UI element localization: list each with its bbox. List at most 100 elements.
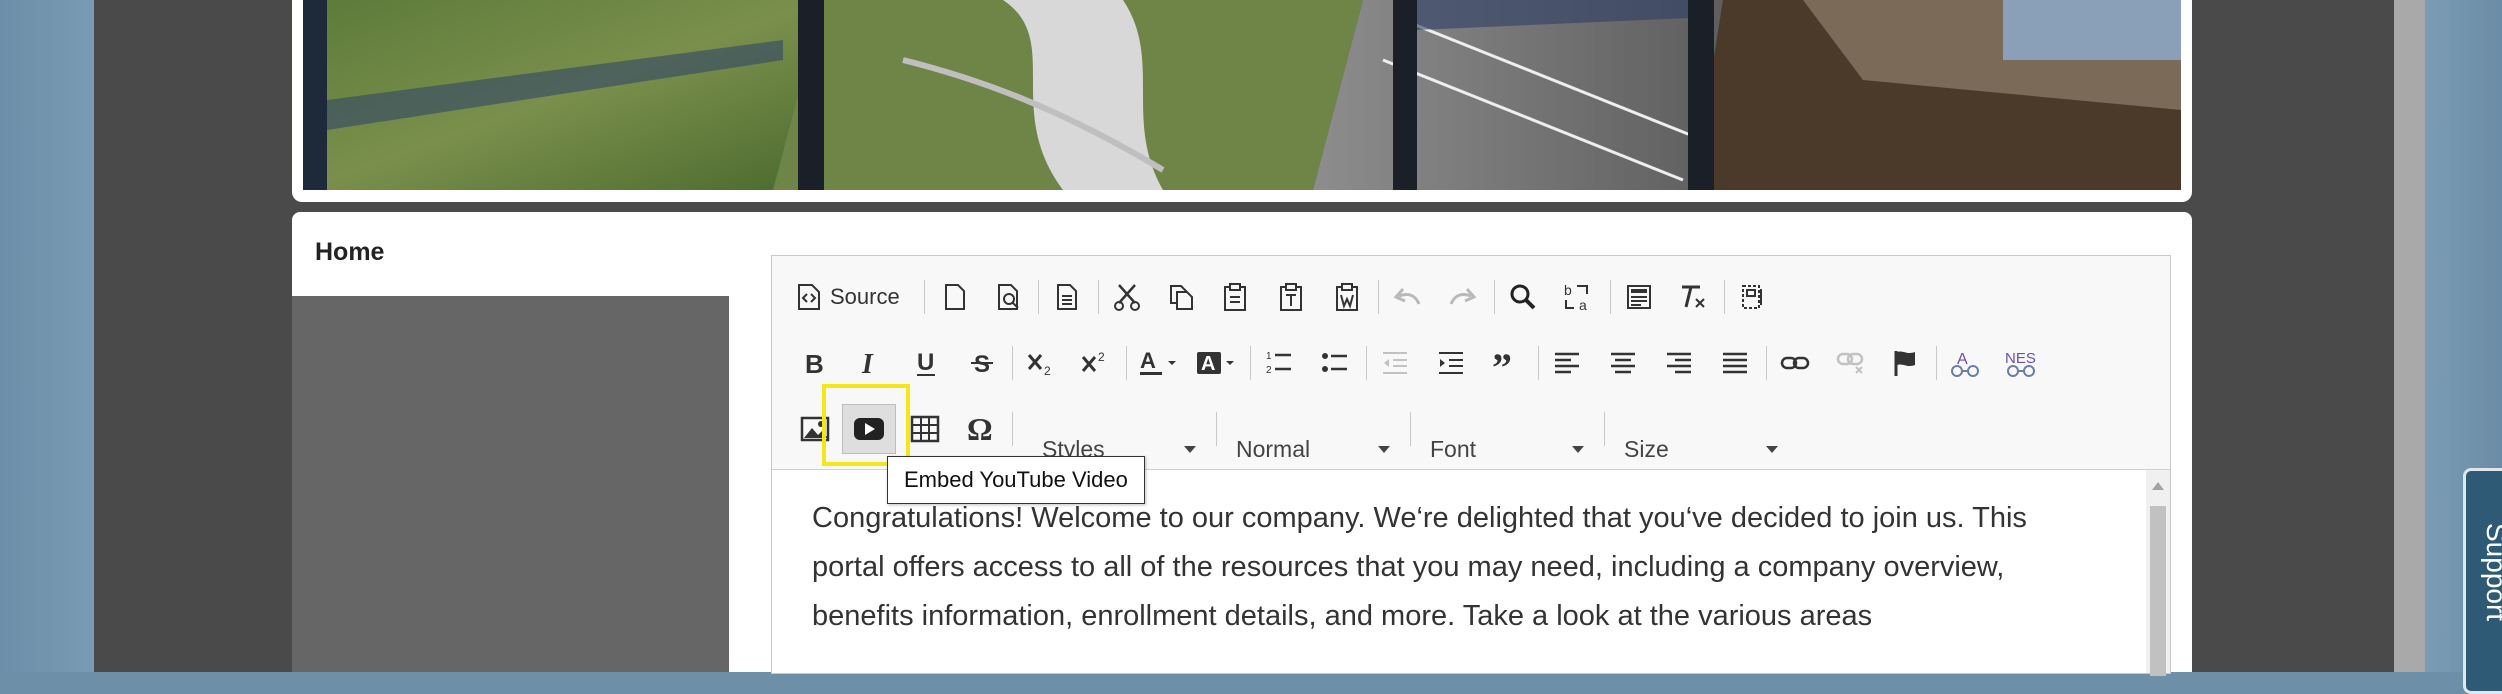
align-center-button[interactable] xyxy=(1600,340,1646,386)
special-char-button[interactable]: Ω xyxy=(958,406,1004,452)
svg-text:2: 2 xyxy=(1044,364,1051,377)
paste-word-button[interactable] xyxy=(1324,274,1370,320)
select-all-button[interactable] xyxy=(1616,274,1662,320)
svg-text:A: A xyxy=(1201,353,1215,375)
page-scrollbar[interactable] xyxy=(2394,0,2425,672)
outdent-button[interactable] xyxy=(1372,340,1418,386)
show-blocks-button[interactable] xyxy=(1730,274,1776,320)
redo-icon xyxy=(1449,288,1477,305)
find-button[interactable] xyxy=(1500,274,1546,320)
toolbar-separator xyxy=(1936,346,1937,380)
remove-format-icon xyxy=(1682,285,1705,308)
paste-button[interactable] xyxy=(1212,274,1258,320)
cut-button[interactable] xyxy=(1104,274,1150,320)
superscript-button[interactable]: 2 xyxy=(1072,340,1118,386)
toolbar-separator xyxy=(1604,412,1605,446)
toolbar-separator xyxy=(1538,346,1539,380)
nes-button[interactable]: NES xyxy=(1996,340,2048,386)
svg-text:Ω: Ω xyxy=(967,414,993,444)
paste-text-button[interactable] xyxy=(1268,274,1314,320)
font-dropdown[interactable]: Font xyxy=(1430,426,1584,472)
redo-button[interactable] xyxy=(1440,274,1486,320)
svg-text:1: 1 xyxy=(1266,351,1272,362)
format-dropdown[interactable]: Normal xyxy=(1236,426,1390,472)
editor-body-text[interactable]: Congratulations! Welcome to our company.… xyxy=(812,494,2102,641)
size-dropdown[interactable]: Size xyxy=(1624,426,1778,472)
replace-button[interactable]: ba xyxy=(1556,274,1602,320)
anchor-button[interactable] xyxy=(1882,340,1928,386)
table-icon xyxy=(910,415,940,443)
bg-color-button[interactable]: A xyxy=(1190,340,1242,386)
bold-icon: B xyxy=(805,350,824,376)
editor-toolbar: Source b a B I U S 2 2 A A 1 2 ” A NES Ω… xyxy=(772,256,2170,470)
svg-text:U: U xyxy=(917,349,934,376)
anchor-icon xyxy=(1894,351,1915,376)
templates-button[interactable] xyxy=(1044,274,1090,320)
strike-button[interactable]: S xyxy=(962,340,1002,386)
toolbar-separator xyxy=(1766,346,1767,380)
preview-button[interactable] xyxy=(986,274,1032,320)
format-label: Normal xyxy=(1236,435,1311,462)
source-label: Source xyxy=(830,284,900,309)
highlight-box xyxy=(822,384,910,466)
svg-text:A: A xyxy=(1140,349,1156,373)
indent-icon xyxy=(1439,352,1463,374)
remove-format-button[interactable] xyxy=(1670,274,1716,320)
support-tab[interactable]: Support xyxy=(2463,468,2502,694)
undo-icon xyxy=(1393,288,1421,305)
italic-button[interactable]: I xyxy=(850,340,890,386)
svg-text:a: a xyxy=(1579,297,1587,312)
toolbar-separator xyxy=(1410,412,1411,446)
toolbar-separator xyxy=(1012,346,1013,380)
scroll-up-icon[interactable] xyxy=(2152,482,2164,490)
underline-button[interactable]: U xyxy=(906,340,946,386)
align-left-icon xyxy=(1555,352,1579,374)
unlink-icon xyxy=(1836,352,1864,374)
undo-button[interactable] xyxy=(1384,274,1430,320)
toolbar-separator xyxy=(1378,280,1379,314)
align-right-button[interactable] xyxy=(1656,340,1702,386)
bulleted-list-icon xyxy=(1322,353,1347,372)
link-icon xyxy=(1780,356,1810,370)
svg-text:I: I xyxy=(861,350,874,376)
text-color-button[interactable]: A xyxy=(1132,340,1184,386)
toolbar-separator xyxy=(1216,412,1217,446)
source-button[interactable]: Source xyxy=(796,274,908,320)
subscript-button[interactable]: 2 xyxy=(1018,340,1064,386)
text-color-icon: A xyxy=(1140,349,1176,375)
left-panel xyxy=(292,296,729,672)
replace-icon: ba xyxy=(1564,282,1588,312)
underline-icon: U xyxy=(917,349,935,376)
new-page-icon xyxy=(945,284,965,310)
align-left-button[interactable] xyxy=(1544,340,1590,386)
editor-scrollbar[interactable] xyxy=(2146,470,2170,676)
svg-text:2: 2 xyxy=(1266,365,1272,376)
bold-button[interactable]: B xyxy=(794,340,834,386)
spellcheck-icon: A xyxy=(1951,351,1979,377)
chevron-down-icon xyxy=(1378,446,1390,453)
show-blocks-icon xyxy=(1742,285,1762,309)
copy-button[interactable] xyxy=(1158,274,1204,320)
paste-word-icon xyxy=(1336,283,1358,311)
indent-button[interactable] xyxy=(1428,340,1474,386)
unlink-button[interactable] xyxy=(1828,340,1874,386)
new-page-button[interactable] xyxy=(932,274,978,320)
blockquote-button[interactable]: ” xyxy=(1484,340,1530,386)
templates-icon xyxy=(1057,284,1077,310)
content-card: Home Source b a B I U S 2 2 A A 1 2 ” A … xyxy=(292,212,2192,676)
link-button[interactable] xyxy=(1772,340,1818,386)
paste-icon xyxy=(1224,283,1246,311)
toolbar-separator xyxy=(1038,280,1039,314)
scroll-thumb[interactable] xyxy=(2150,506,2166,676)
page-background-left xyxy=(0,0,94,672)
justify-button[interactable] xyxy=(1712,340,1758,386)
numbered-list-button[interactable]: 12 xyxy=(1256,340,1302,386)
bulleted-list-button[interactable] xyxy=(1312,340,1358,386)
chevron-down-icon xyxy=(1184,446,1196,453)
preview-icon xyxy=(998,284,1019,310)
spellcheck-button[interactable]: A xyxy=(1942,340,1988,386)
copy-icon xyxy=(1170,285,1193,310)
paste-text-icon xyxy=(1280,283,1302,311)
size-label: Size xyxy=(1624,435,1669,462)
blockquote-icon: ” xyxy=(1492,351,1512,375)
